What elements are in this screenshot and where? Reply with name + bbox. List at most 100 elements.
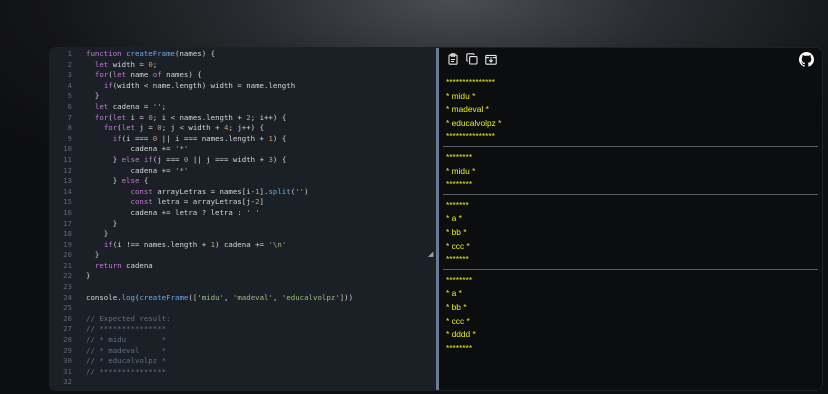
code-text[interactable]: }	[86, 250, 99, 261]
code-line[interactable]: 4 if(width < name.length) width = name.l…	[50, 81, 436, 92]
code-editor[interactable]: 1 function createFrame(names) {2 let widt…	[50, 48, 436, 390]
line-number: 9	[67, 133, 72, 143]
code-line[interactable]: 15 const letra = arrayLetras[j-2]	[50, 197, 436, 208]
code-line[interactable]: 31 // ***************	[50, 367, 436, 378]
line-number: 20	[63, 250, 72, 260]
copy-icon[interactable]	[466, 53, 478, 65]
code-line[interactable]: 23	[50, 282, 436, 293]
code-line[interactable]: 12 cadena += '*'	[50, 166, 436, 177]
line-number: 26	[63, 313, 72, 323]
line-number: 32	[63, 377, 72, 387]
code-text[interactable]: let cadena = '';	[86, 102, 166, 113]
code-text[interactable]: }	[86, 229, 108, 240]
code-line[interactable]: 32	[50, 377, 436, 388]
code-text[interactable]: }	[86, 91, 99, 102]
code-text[interactable]: // Expected result:	[86, 314, 171, 325]
output-toolbar	[439, 48, 822, 74]
code-text[interactable]: console.log(createFrame(['midu', 'madeva…	[86, 293, 353, 304]
code-line[interactable]: 11 } else if(j === 0 || j === width + 3)…	[50, 155, 436, 166]
code-line[interactable]: 20 }	[50, 250, 436, 261]
code-text[interactable]: for(let name of names) {	[86, 70, 202, 81]
code-line[interactable]: 29 // * madeval *	[50, 346, 436, 357]
code-text[interactable]: return cadena	[86, 261, 153, 272]
code-line[interactable]: 18 }	[50, 229, 436, 240]
code-line[interactable]: 17 }	[50, 219, 436, 230]
line-number: 23	[63, 282, 72, 292]
code-text[interactable]: for(let i = 0; i < names.length + 2; i++…	[86, 113, 286, 124]
output-line: ***************	[446, 131, 495, 142]
output-line: * a *	[446, 288, 462, 299]
line-number: 30	[63, 356, 72, 366]
code-text[interactable]: // * madeval *	[86, 346, 166, 357]
code-text[interactable]: const letra = arrayLetras[j-2]	[86, 197, 265, 208]
download-icon[interactable]	[485, 53, 497, 65]
line-number: 6	[67, 101, 72, 111]
code-text[interactable]: if(width < name.length) width = name.len…	[86, 81, 295, 92]
code-line[interactable]: 27 // ***************	[50, 324, 436, 335]
line-number: 25	[63, 303, 72, 313]
line-number: 12	[63, 165, 72, 175]
output-line: *******	[446, 254, 469, 265]
code-line[interactable]: 21 return cadena	[50, 261, 436, 272]
output-block: ******** * midu * ********	[439, 149, 822, 192]
code-line[interactable]: 14 const arrayLetras = names[i-1].split(…	[50, 187, 436, 198]
code-text[interactable]: } else {	[86, 176, 149, 187]
code-line[interactable]: 13 } else {	[50, 176, 436, 187]
code-line[interactable]: 28 // * midu *	[50, 335, 436, 346]
code-line[interactable]: 24 console.log(createFrame(['midu', 'made…	[50, 293, 436, 304]
code-text[interactable]: }	[86, 219, 117, 230]
output-line: ********	[446, 179, 473, 190]
line-number: 3	[67, 70, 72, 80]
line-number: 14	[63, 186, 72, 196]
clipboard-icon[interactable]	[447, 53, 459, 65]
code-line[interactable]: 22}	[50, 271, 436, 282]
code-text[interactable]: // ***************	[86, 324, 166, 335]
output-line: * madeval *	[446, 104, 489, 115]
code-text[interactable]: if(i === 0 || i === names.length + 1) {	[86, 134, 287, 145]
code-line[interactable]: 5 }	[50, 91, 436, 102]
output-line: * a *	[446, 213, 462, 224]
code-text[interactable]: cadena += letra ? letra : ' '	[86, 208, 259, 219]
line-number: 18	[63, 229, 72, 239]
output-line: * midu *	[446, 165, 476, 176]
code-text[interactable]: }	[86, 271, 90, 282]
code-text[interactable]: for(let j = 0; j < width + 4; j++) {	[86, 123, 264, 134]
code-line[interactable]: 8 for(let j = 0; j < width + 4; j++) {	[50, 123, 436, 134]
code-line[interactable]: 10 cadena += '*'	[50, 144, 436, 155]
github-icon[interactable]	[799, 52, 814, 67]
line-number: 10	[63, 144, 72, 154]
line-number: 11	[63, 154, 72, 164]
code-text[interactable]: cadena += '*'	[86, 144, 188, 155]
code-line[interactable]: 25	[50, 303, 436, 314]
output-separator	[443, 268, 818, 270]
code-line[interactable]: 19 if(i !== names.length + 1) cadena += …	[50, 240, 436, 251]
code-line[interactable]: 1 function createFrame(names) {	[50, 49, 436, 60]
line-number: 28	[63, 335, 72, 345]
code-text[interactable]: const arrayLetras = names[i-1].split('')	[86, 187, 309, 198]
output-block: ******* * a * * bb * * ccc * *******	[439, 197, 822, 267]
code-line[interactable]: 16 cadena += letra ? letra : ' '	[50, 208, 436, 219]
code-text[interactable]: // * educalvolpz *	[86, 356, 166, 367]
code-text[interactable]: } else if(j === 0 || j === width + 3) {	[86, 155, 287, 166]
output-line: * ccc *	[446, 240, 470, 251]
code-text[interactable]: function createFrame(names) {	[86, 49, 215, 60]
code-text[interactable]: // ***************	[86, 367, 166, 378]
code-line[interactable]: 26 // Expected result:	[50, 314, 436, 325]
code-text[interactable]: if(i !== names.length + 1) cadena += '\n…	[86, 240, 286, 251]
line-number: 17	[63, 218, 72, 228]
code-line[interactable]: 7 for(let i = 0; i < names.length + 2; i…	[50, 113, 436, 124]
code-line[interactable]: 3 for(let name of names) {	[50, 70, 436, 81]
output-line: *******	[446, 199, 469, 210]
line-number: 2	[67, 59, 72, 69]
code-line[interactable]: 9 if(i === 0 || i === names.length + 1) …	[50, 134, 436, 145]
resize-handle-icon[interactable]: ◢	[428, 251, 434, 258]
output-line: * ccc *	[446, 315, 470, 326]
code-line[interactable]: 30 // * educalvolpz *	[50, 356, 436, 367]
code-text[interactable]: let width = 0;	[86, 60, 157, 71]
code-line[interactable]: 6 let cadena = '';	[50, 102, 436, 113]
code-text[interactable]: // * midu *	[86, 335, 166, 346]
code-text[interactable]: cadena += '*'	[86, 166, 188, 177]
console-output: *************** * midu * * madeval * * educ…	[439, 74, 822, 355]
code-line[interactable]: 2 let width = 0;	[50, 60, 436, 71]
line-number: 7	[67, 112, 72, 122]
